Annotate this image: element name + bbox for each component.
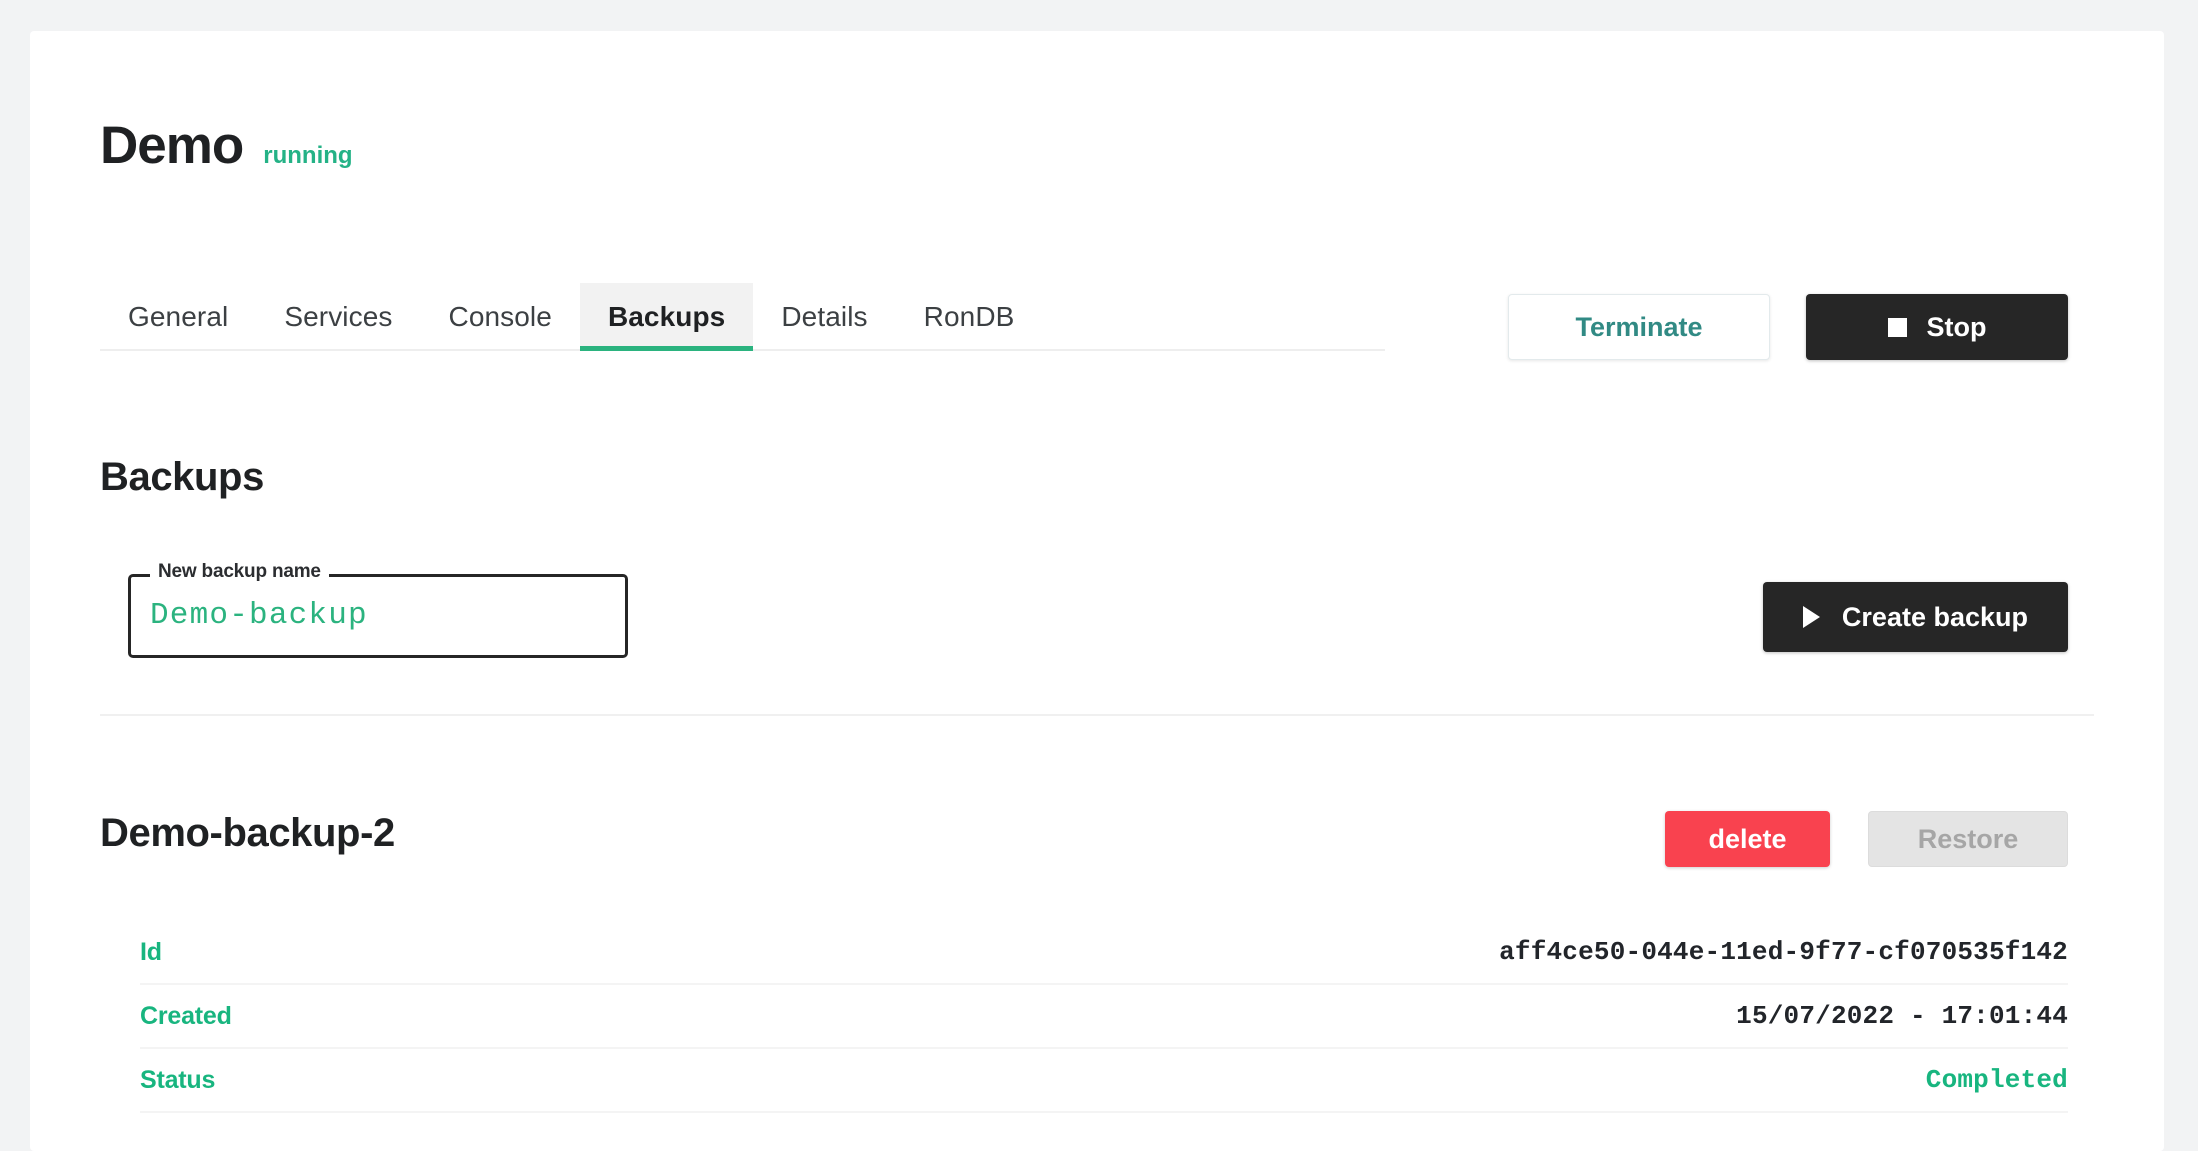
detail-value-id: aff4ce50-044e-11ed-9f77-cf070535f142	[1499, 937, 2068, 967]
detail-label-id: Id	[140, 937, 162, 966]
table-row: Created 15/07/2022 - 17:01:44	[140, 985, 2068, 1049]
play-icon	[1802, 606, 1820, 628]
backup-detail-list: Id aff4ce50-044e-11ed-9f77-cf070535f142 …	[140, 921, 2068, 1113]
page-title: Demo	[100, 116, 244, 175]
detail-label-created: Created	[140, 1001, 232, 1030]
section-divider	[100, 714, 2094, 716]
tab-console[interactable]: Console	[421, 283, 580, 349]
stop-button-label: Stop	[1926, 311, 1987, 342]
cluster-header: Demo running	[100, 119, 353, 172]
new-backup-name-input[interactable]	[150, 590, 612, 640]
detail-value-created: 15/07/2022 - 17:01:44	[1736, 1001, 2068, 1031]
new-backup-name-label: New backup name	[150, 561, 329, 583]
header-actions: Terminate Stop	[1508, 294, 2068, 360]
terminate-button[interactable]: Terminate	[1508, 294, 1770, 360]
status-badge: running	[263, 142, 353, 169]
section-title-backups: Backups	[100, 455, 264, 499]
tab-services[interactable]: Services	[256, 283, 420, 349]
tab-details[interactable]: Details	[753, 283, 895, 349]
delete-backup-button[interactable]: delete	[1665, 811, 1830, 867]
tab-rondb[interactable]: RonDB	[896, 283, 1043, 349]
table-row: Id aff4ce50-044e-11ed-9f77-cf070535f142	[140, 921, 2068, 985]
create-backup-label: Create backup	[1841, 601, 2028, 632]
backup-item-actions: delete Restore	[1665, 811, 2068, 867]
page-card: Demo running General Services Console Ba…	[30, 31, 2164, 1151]
create-backup-button[interactable]: Create backup	[1762, 582, 2068, 652]
detail-label-status: Status	[140, 1065, 216, 1094]
tab-backups[interactable]: Backups	[579, 283, 754, 351]
square-icon	[1887, 317, 1907, 337]
restore-backup-button: Restore	[1868, 811, 2068, 867]
table-row: Status Completed	[140, 1049, 2068, 1113]
stop-button[interactable]: Stop	[1806, 294, 2068, 360]
tab-bar: General Services Console Backups Details…	[100, 283, 1385, 351]
new-backup-name-field: New backup name	[128, 561, 628, 658]
tab-general[interactable]: General	[100, 283, 256, 349]
backup-item-title: Demo-backup-2	[100, 811, 395, 855]
detail-value-status: Completed	[1925, 1065, 2068, 1095]
